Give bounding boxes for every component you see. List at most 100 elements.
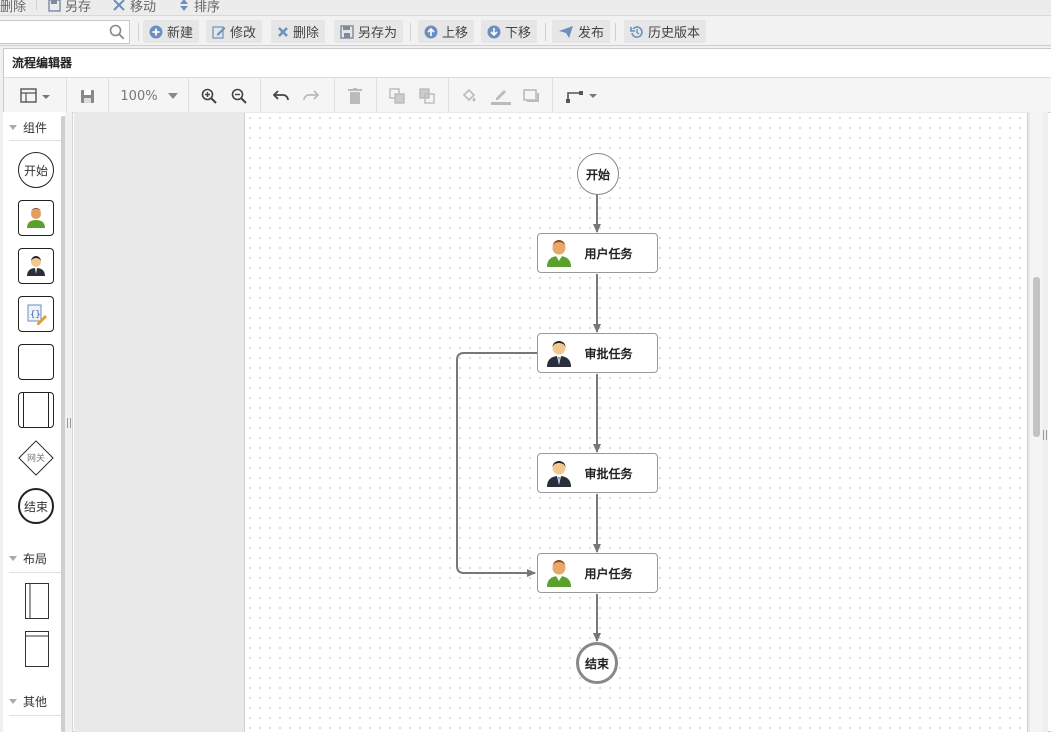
save-diagram-button[interactable] — [76, 84, 98, 108]
diagram-canvas[interactable] — [74, 112, 1032, 732]
chevron-down-icon — [167, 93, 178, 99]
zoom-in-icon — [201, 88, 217, 104]
move-button[interactable]: 移动 — [112, 0, 156, 15]
pencil-line-icon — [491, 90, 511, 105]
palette-horizontal-pool[interactable] — [25, 631, 49, 667]
script-icon: {} — [27, 304, 47, 325]
paint-bucket-icon — [462, 88, 476, 102]
palette-script-task[interactable]: {} — [18, 296, 54, 332]
edit-button[interactable]: 修改 — [206, 20, 263, 43]
to-front-button[interactable] — [386, 84, 408, 108]
bring-to-front-icon — [389, 88, 405, 104]
palette-section-other[interactable]: 其他 — [9, 689, 61, 713]
shadow-button[interactable] — [520, 84, 542, 108]
editor-toolbar: 100% — [4, 78, 1051, 113]
grip-icon — [1043, 430, 1047, 440]
move-icon — [113, 0, 125, 11]
search-icon — [109, 24, 125, 40]
to-back-button[interactable] — [416, 84, 438, 108]
edit-icon — [212, 25, 226, 39]
palette-approval-task[interactable] — [18, 248, 54, 284]
palette-section-components[interactable]: 组件 — [9, 115, 61, 139]
palette-divider — [9, 715, 61, 716]
send-to-back-icon — [419, 88, 435, 104]
fill-color-button[interactable] — [458, 84, 480, 108]
new-button[interactable]: 新建 — [143, 20, 200, 43]
palette-splitter[interactable] — [65, 112, 73, 732]
line-color-button[interactable] — [488, 84, 514, 108]
format-panel-button[interactable] — [16, 84, 54, 108]
flow-user-task-2[interactable]: 用户任务 — [537, 553, 658, 593]
palette-user-task[interactable] — [18, 200, 54, 236]
app-top-toolbar: 删除 另存 移动 排序 — [0, 0, 1051, 16]
collapse-icon — [9, 124, 17, 130]
flow-end-event[interactable]: 结束 — [576, 642, 618, 684]
scrollbar-thumb[interactable] — [1033, 277, 1040, 437]
flow-approval-task-1[interactable]: 审批任务 — [537, 333, 658, 373]
send-icon — [559, 25, 573, 38]
palette-vertical-pool[interactable] — [25, 583, 49, 619]
manager-icon — [547, 461, 571, 487]
user-icon — [27, 208, 45, 228]
move-down-button[interactable]: 下移 — [481, 20, 538, 43]
redo-button[interactable] — [300, 84, 322, 108]
palette-divider — [9, 140, 61, 141]
delete-element-button[interactable] — [344, 84, 366, 108]
delete-button[interactable]: 删除 — [271, 20, 326, 43]
toolbar-divider — [376, 78, 377, 113]
undo-button[interactable] — [270, 84, 292, 108]
zoom-select[interactable]: 100% — [118, 84, 180, 108]
toolbar-divider — [36, 0, 37, 10]
delete-button[interactable]: 删除 — [0, 0, 26, 15]
history-button[interactable]: 历史版本 — [624, 20, 707, 43]
flow-start-event[interactable]: 开始 — [577, 153, 619, 195]
task-shape — [18, 344, 54, 380]
palette-start-event[interactable]: 开始 — [18, 152, 54, 188]
palette-task[interactable] — [18, 344, 54, 380]
trash-icon — [348, 88, 362, 104]
toolbar-divider — [615, 23, 616, 41]
flow-approval-task-2[interactable]: 审批任务 — [537, 453, 658, 493]
editor-title: 流程编辑器 — [4, 49, 1051, 78]
zoom-in-button[interactable] — [198, 84, 220, 108]
save-icon — [48, 0, 61, 12]
palette-section-layout[interactable]: 布局 — [9, 546, 61, 570]
redo-icon — [303, 90, 319, 101]
format-panel-splitter[interactable] — [1042, 112, 1048, 732]
approval-task-shape — [18, 248, 54, 284]
collapse-icon — [9, 555, 17, 561]
arrow-up-circle-icon — [424, 25, 438, 38]
sort-button[interactable]: 排序 — [178, 0, 220, 15]
save-as-button[interactable]: 另存为 — [334, 20, 404, 43]
user-icon — [547, 240, 571, 267]
undo-icon — [273, 90, 289, 101]
end-event-shape: 结束 — [18, 488, 54, 524]
palette-gateway[interactable]: 网关 — [18, 440, 54, 476]
zoom-out-icon — [231, 88, 247, 104]
toolbar-divider — [410, 23, 411, 41]
toolbar-divider — [188, 78, 189, 113]
waypoints-button[interactable] — [562, 84, 602, 108]
move-up-button[interactable]: 上移 — [418, 20, 475, 43]
sort-icon — [180, 0, 188, 11]
flow-user-task-1[interactable]: 用户任务 — [537, 233, 658, 273]
save-icon — [80, 89, 94, 103]
palette-end-event[interactable]: 结束 — [18, 488, 54, 524]
app-toolbar: 新建 修改 删除 另存为 上移 下移 发布 历史版本 — [0, 17, 1051, 46]
toolbar-divider — [545, 23, 546, 41]
manager-icon — [27, 256, 45, 276]
pool-horizontal-icon — [25, 631, 49, 667]
svg-text:{}: {} — [30, 310, 41, 320]
subprocess-shape — [18, 392, 54, 428]
save-button[interactable]: 另存 — [48, 0, 91, 15]
palette-subprocess[interactable] — [18, 392, 54, 428]
zoom-out-button[interactable] — [228, 84, 250, 108]
shape-palette: 组件 开始 {} 网关 结束 布局 其他 — [3, 112, 67, 732]
toolbar-divider — [260, 78, 261, 113]
diagram-page[interactable] — [244, 113, 1028, 732]
search-input[interactable] — [0, 20, 130, 44]
publish-button[interactable]: 发布 — [552, 20, 611, 43]
pool-vertical-icon — [25, 583, 49, 619]
history-icon — [630, 25, 643, 38]
user-icon — [547, 560, 571, 587]
